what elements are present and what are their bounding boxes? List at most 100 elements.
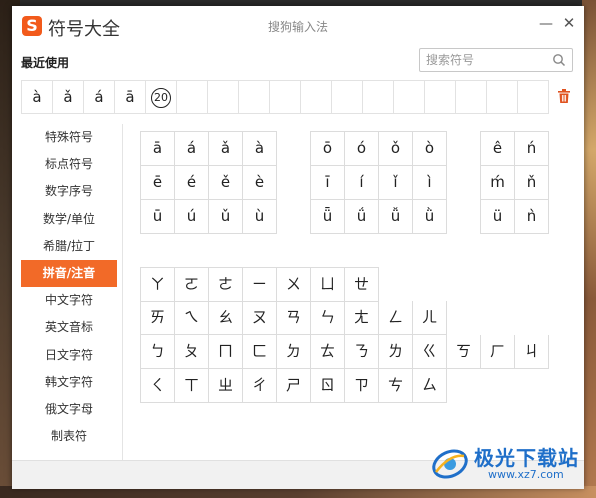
sidebar-item-3[interactable]: 数学/单位 [21, 206, 117, 233]
symbol-cell[interactable]: ǔ [209, 200, 243, 234]
recent-symbol-cell [208, 81, 239, 113]
sidebar-item-2[interactable]: 数字序号 [21, 178, 117, 205]
symbol-cell[interactable]: ě [209, 166, 243, 200]
zhuyin-cell[interactable]: ㄨ [277, 268, 311, 302]
zhuyin-cell[interactable]: ㄈ [243, 335, 277, 369]
sidebar-item-5[interactable]: 拼音/注音 [21, 259, 117, 288]
symbol-cell[interactable]: ù [243, 200, 277, 234]
zhuyin-cell[interactable]: ㄊ [311, 335, 345, 369]
recent-symbol-cell [487, 81, 518, 113]
minimize-button[interactable]: — [538, 16, 554, 32]
watermark-logo-icon [432, 449, 468, 479]
zhuyin-cell[interactable]: ㄤ [345, 301, 379, 335]
recent-symbol-cell[interactable]: à [22, 81, 53, 113]
recent-symbol-cell [177, 81, 208, 113]
symbol-cell[interactable]: ì [413, 166, 447, 200]
sidebar-item-8[interactable]: 日文字符 [21, 342, 117, 369]
zhuyin-cell[interactable]: ㄖ [311, 369, 345, 403]
symbol-cell[interactable]: ê [481, 132, 515, 166]
symbol-cell[interactable]: ü [481, 200, 515, 234]
recent-symbol-cell [456, 81, 487, 113]
symbol-cell[interactable]: ǚ [379, 200, 413, 234]
zhuyin-cell[interactable]: ㄛ [175, 268, 209, 302]
zhuyin-cell[interactable]: ㄇ [209, 335, 243, 369]
symbol-cell[interactable]: ǹ [515, 200, 549, 234]
symbol-cell[interactable]: ḿ [481, 166, 515, 200]
zhuyin-cell[interactable]: ㄌ [379, 335, 413, 369]
symbol-cell[interactable]: ǖ [311, 200, 345, 234]
search-input[interactable] [426, 52, 546, 68]
zhuyin-cell[interactable]: ㄕ [277, 369, 311, 403]
sidebar-item-9[interactable]: 韩文字符 [21, 369, 117, 396]
zhuyin-cell[interactable]: ㄏ [481, 335, 515, 369]
zhuyin-cell[interactable]: ㄜ [209, 268, 243, 302]
zhuyin-cell[interactable]: ㄝ [345, 268, 379, 302]
zhuyin-cell[interactable]: ㄔ [243, 369, 277, 403]
symbol-cell[interactable]: ǎ [209, 132, 243, 166]
zhuyin-cell[interactable]: ㄟ [175, 301, 209, 335]
zhuyin-cell[interactable]: ㄠ [209, 301, 243, 335]
zhuyin-cell[interactable]: ㄍ [413, 335, 447, 369]
zhuyin-cell[interactable]: ㄦ [413, 301, 447, 335]
search-box[interactable] [419, 48, 573, 72]
zhuyin-cell[interactable]: ㄥ [379, 301, 413, 335]
search-icon[interactable] [552, 53, 566, 67]
watermark-text: 极光下载站 [474, 446, 579, 470]
sidebar-item-0[interactable]: 特殊符号 [21, 124, 117, 151]
zhuyin-cell[interactable]: ㄞ [141, 301, 175, 335]
sidebar-item-11[interactable]: 制表符 [21, 423, 117, 450]
symbol-cell[interactable]: ǐ [379, 166, 413, 200]
sidebar-item-6[interactable]: 中文字符 [21, 287, 117, 314]
zhuyin-cell[interactable]: ㄧ [243, 268, 277, 302]
circled-number: 20 [151, 87, 171, 108]
symbol-cell[interactable]: ú [175, 200, 209, 234]
recent-symbol-cell[interactable]: ǎ [53, 81, 84, 113]
symbol-cell[interactable]: ń [515, 132, 549, 166]
trash-icon[interactable] [557, 88, 571, 104]
symbol-cell[interactable]: ū [141, 200, 175, 234]
zhuyin-cell[interactable]: ㄢ [277, 301, 311, 335]
sidebar-item-4[interactable]: 希腊/拉丁 [21, 233, 117, 260]
sidebar-item-1[interactable]: 标点符号 [21, 151, 117, 178]
title-bar[interactable]: S 符号大全 搜狗输入法 — ✕ [12, 6, 584, 44]
zhuyin-cell[interactable]: ㄓ [209, 369, 243, 403]
symbol-cell[interactable]: ē [141, 166, 175, 200]
recent-symbol-cell[interactable]: 20 [146, 81, 177, 113]
zhuyin-cell[interactable]: ㄆ [175, 335, 209, 369]
zhuyin-row-4: ㄑㄒㄓㄔㄕㄖㄗㄘㄙ [140, 369, 447, 403]
symbol-cell[interactable]: ǒ [379, 132, 413, 166]
zhuyin-cell[interactable]: ㄑ [141, 369, 175, 403]
sidebar-item-10[interactable]: 俄文字母 [21, 396, 117, 423]
zhuyin-cell[interactable]: ㄗ [345, 369, 379, 403]
zhuyin-cell[interactable]: ㄋ [345, 335, 379, 369]
recent-symbol-cell[interactable]: á [84, 81, 115, 113]
zhuyin-cell[interactable]: ㄒ [175, 369, 209, 403]
symbol-cell[interactable]: ā [141, 132, 175, 166]
zhuyin-cell[interactable]: ㄣ [311, 301, 345, 335]
symbol-cell[interactable]: è [243, 166, 277, 200]
zhuyin-cell[interactable]: ㄘ [379, 369, 413, 403]
zhuyin-cell[interactable]: ㄡ [243, 301, 277, 335]
symbol-cell[interactable]: ǜ [413, 200, 447, 234]
symbol-cell[interactable]: é [175, 166, 209, 200]
zhuyin-cell[interactable]: ㄙ [413, 369, 447, 403]
symbol-cell[interactable]: ō [311, 132, 345, 166]
symbol-cell[interactable]: ǘ [345, 200, 379, 234]
desktop-right-strip [582, 0, 596, 498]
zhuyin-cell[interactable]: ㄐ [515, 335, 549, 369]
symbol-cell[interactable]: ī [311, 166, 345, 200]
symbol-cell[interactable]: ò [413, 132, 447, 166]
zhuyin-cell[interactable]: ㄎ [447, 335, 481, 369]
close-button[interactable]: ✕ [560, 14, 578, 32]
zhuyin-cell[interactable]: ㄚ [141, 268, 175, 302]
sidebar-item-7[interactable]: 英文音标 [21, 314, 117, 341]
zhuyin-cell[interactable]: ㄅ [141, 335, 175, 369]
symbol-cell[interactable]: í [345, 166, 379, 200]
symbol-cell[interactable]: ó [345, 132, 379, 166]
zhuyin-cell[interactable]: ㄉ [277, 335, 311, 369]
symbol-cell[interactable]: à [243, 132, 277, 166]
recent-symbol-cell[interactable]: ā [115, 81, 146, 113]
symbol-cell[interactable]: á [175, 132, 209, 166]
zhuyin-cell[interactable]: ㄩ [311, 268, 345, 302]
symbol-cell[interactable]: ň [515, 166, 549, 200]
